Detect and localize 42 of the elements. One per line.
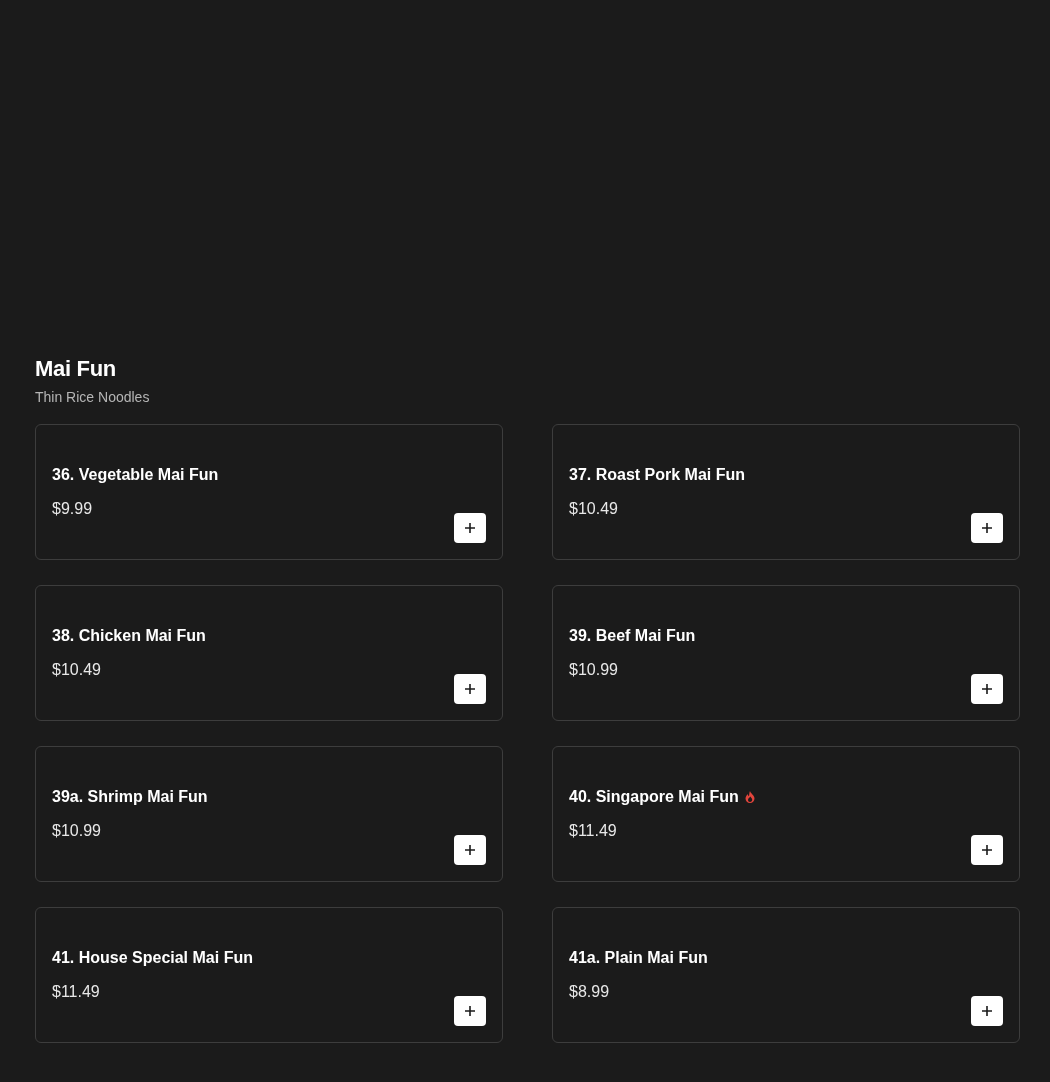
item-price: $10.49 — [52, 660, 101, 680]
item-name: 36. Vegetable Mai Fun — [52, 465, 219, 485]
menu-item-card[interactable]: 39. Beef Mai Fun $10.99 — [552, 585, 1020, 721]
section-subtitle: Thin Rice Noodles — [35, 388, 150, 406]
item-price: $11.49 — [569, 821, 617, 841]
menu-item-card[interactable]: 39a. Shrimp Mai Fun $10.99 — [35, 746, 503, 882]
menu-item-card[interactable]: 41a. Plain Mai Fun $8.99 — [552, 907, 1020, 1043]
menu-item-card[interactable]: 38. Chicken Mai Fun $10.49 — [35, 585, 503, 721]
item-price: $10.49 — [569, 499, 618, 519]
menu-item-card[interactable]: 40. Singapore Mai Fun $11.49 — [552, 746, 1020, 882]
plus-icon — [982, 1006, 992, 1016]
plus-icon — [982, 523, 992, 533]
plus-icon — [465, 1006, 475, 1016]
item-price: $11.49 — [52, 982, 100, 1002]
item-price: $8.99 — [569, 982, 610, 1002]
plus-icon — [982, 845, 992, 855]
item-name: 39a. Shrimp Mai Fun — [52, 787, 208, 807]
plus-icon — [465, 523, 475, 533]
add-button[interactable] — [454, 835, 486, 865]
item-name: 41. House Special Mai Fun — [52, 948, 253, 968]
add-button[interactable] — [971, 835, 1003, 865]
item-name: 39. Beef Mai Fun — [569, 626, 696, 646]
item-name: 40. Singapore Mai Fun — [569, 787, 739, 807]
menu-item-card[interactable]: 36. Vegetable Mai Fun $9.99 — [35, 424, 503, 560]
item-name: 38. Chicken Mai Fun — [52, 626, 206, 646]
plus-icon — [982, 684, 992, 694]
add-button[interactable] — [971, 674, 1003, 704]
add-button[interactable] — [971, 996, 1003, 1026]
add-button[interactable] — [454, 674, 486, 704]
add-button[interactable] — [454, 996, 486, 1026]
section-title: Mai Fun — [35, 356, 116, 382]
add-button[interactable] — [971, 513, 1003, 543]
menu-item-card[interactable]: 37. Roast Pork Mai Fun $10.49 — [552, 424, 1020, 560]
add-button[interactable] — [454, 513, 486, 543]
item-price: $9.99 — [52, 499, 93, 519]
item-name: 41a. Plain Mai Fun — [569, 948, 708, 968]
item-name: 37. Roast Pork Mai Fun — [569, 465, 746, 485]
item-price: $10.99 — [52, 821, 101, 841]
menu-item-card[interactable]: 41. House Special Mai Fun $11.49 — [35, 907, 503, 1043]
item-price: $10.99 — [569, 660, 618, 680]
plus-icon — [465, 684, 475, 694]
plus-icon — [465, 845, 475, 855]
